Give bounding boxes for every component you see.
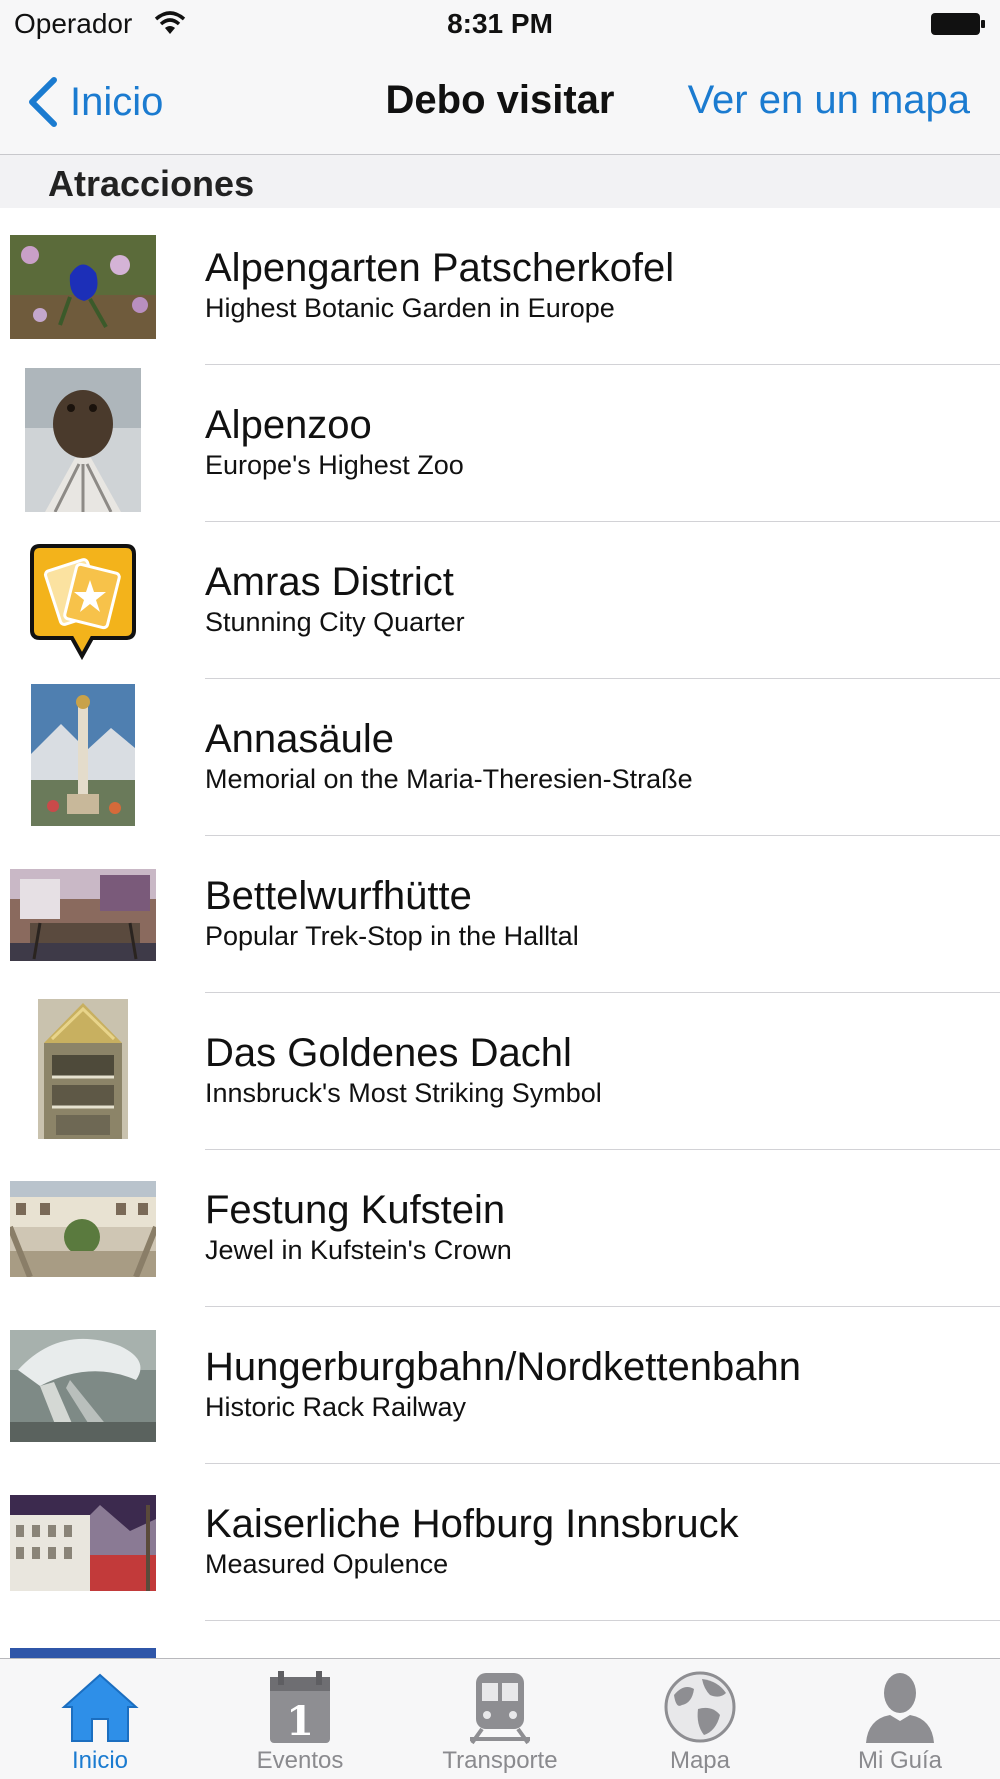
tab-label: Eventos — [256, 1747, 344, 1774]
attraction-thumbnail — [10, 1325, 156, 1447]
tab-mi-guia[interactable]: Mi Guía — [800, 1659, 1000, 1779]
item-title: Annasäule — [205, 717, 395, 761]
svg-text:1: 1 — [286, 1698, 314, 1745]
tab-label: Mapa — [669, 1747, 731, 1774]
item-subtitle: Jewel in Kufstein's Crown — [205, 1235, 512, 1265]
item-subtitle: Historic Rack Railway — [205, 1392, 467, 1422]
view-on-map-button[interactable]: Ver en un mapa — [688, 78, 970, 123]
tab-inicio[interactable]: Inicio — [0, 1659, 200, 1779]
train-icon — [470, 1673, 530, 1745]
item-title: Hungerburgbahn/Nordkettenbahn — [205, 1345, 801, 1389]
item-subtitle: Stunning City Quarter — [205, 607, 465, 637]
list-item[interactable] — [0, 1621, 1000, 1658]
status-time: 8:31 PM — [447, 8, 553, 39]
list-item[interactable]: Alpengarten Patscherkofel Highest Botani… — [0, 208, 1000, 365]
list-item[interactable]: Kaiserliche Hofburg Innsbruck Measured O… — [0, 1464, 1000, 1621]
attraction-thumbnail — [10, 684, 156, 826]
attraction-thumbnail — [10, 1639, 156, 1658]
person-icon — [866, 1673, 934, 1743]
attraction-thumbnail — [10, 1168, 156, 1290]
item-subtitle: Popular Trek-Stop in the Halltal — [205, 921, 579, 951]
item-subtitle: Europe's Highest Zoo — [205, 450, 464, 480]
attraction-thumbnail — [10, 368, 156, 512]
tab-label: Inicio — [71, 1747, 129, 1774]
tab-eventos[interactable]: 1 Eventos — [200, 1659, 400, 1779]
list-item[interactable]: Das Goldenes Dachl Innsbruck's Most Stri… — [0, 993, 1000, 1150]
item-title: Amras District — [205, 560, 454, 604]
attraction-thumbnail — [10, 226, 156, 348]
item-subtitle: Highest Botanic Garden in Europe — [205, 293, 615, 323]
item-subtitle: Memorial on the Maria-Theresien-Straße — [205, 764, 693, 794]
item-title: Kaiserliche Hofburg Innsbruck — [205, 1502, 739, 1546]
battery-icon — [931, 13, 985, 35]
tab-label: Transporte — [442, 1747, 558, 1774]
list-item[interactable]: Alpenzoo Europe's Highest Zoo — [0, 365, 1000, 522]
list-item[interactable]: Hungerburgbahn/Nordkettenbahn Historic R… — [0, 1307, 1000, 1464]
home-icon — [61, 1673, 139, 1742]
attraction-thumbnail — [10, 999, 156, 1139]
item-title: Alpengarten Patscherkofel — [205, 246, 675, 290]
status-bar: Operador 8:31 PM — [0, 0, 1000, 50]
item-subtitle: Measured Opulence — [205, 1549, 449, 1579]
attraction-thumbnail — [10, 854, 156, 976]
tab-bar: Inicio 1 Eventos Transporte Mapa Mi Guía — [0, 1658, 1000, 1779]
list-item[interactable]: Festung Kufstein Jewel in Kufstein's Cro… — [0, 1150, 1000, 1307]
navigation-bar: Inicio Debo visitar Ver en un mapa — [0, 50, 1000, 155]
tab-mapa[interactable]: Mapa — [600, 1659, 800, 1779]
section-header: Atracciones — [0, 155, 1000, 208]
globe-icon — [664, 1671, 736, 1743]
tab-label: Mi Guía — [857, 1747, 943, 1774]
item-title: Alpenzoo — [205, 403, 372, 447]
attraction-thumbnail — [10, 540, 156, 662]
list-item[interactable]: Annasäule Memorial on the Maria-Theresie… — [0, 679, 1000, 836]
item-title: Festung Kufstein — [205, 1188, 506, 1232]
item-title: Bettelwurfhütte — [205, 874, 472, 918]
list-item[interactable]: Amras District Stunning City Quarter — [0, 522, 1000, 679]
attraction-thumbnail — [10, 1482, 156, 1604]
attractions-list[interactable]: Alpengarten Patscherkofel Highest Botani… — [0, 208, 1000, 1658]
item-subtitle: Innsbruck's Most Striking Symbol — [205, 1078, 602, 1108]
calendar-icon: 1 — [270, 1671, 330, 1745]
list-item[interactable]: Bettelwurfhütte Popular Trek-Stop in the… — [0, 836, 1000, 993]
section-title: Atracciones — [48, 163, 255, 204]
tab-transporte[interactable]: Transporte — [400, 1659, 600, 1779]
item-title: Das Goldenes Dachl — [205, 1031, 572, 1075]
